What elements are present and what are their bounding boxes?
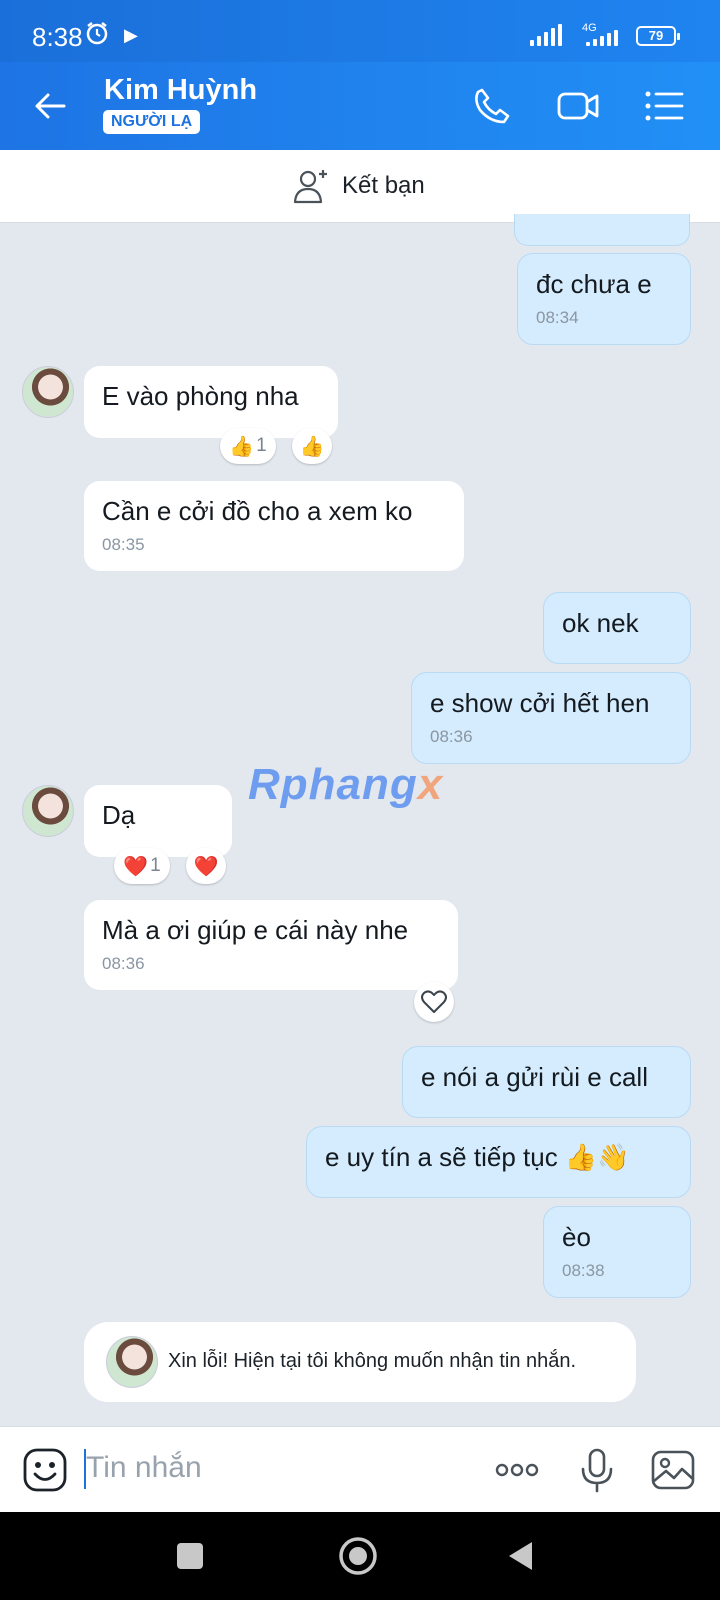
watermark: Rphangx <box>248 760 443 810</box>
message-text: ok nek <box>562 608 639 638</box>
reaction-summary[interactable]: 👍 1 <box>220 428 276 464</box>
reaction-emoji: 👍 <box>229 435 255 458</box>
message-text: Cần e cởi đồ cho a xem ko <box>102 496 413 526</box>
add-friend-label: Kết bạn <box>342 172 425 199</box>
message-bubble-received[interactable]: Mà a ơi giúp e cái này nhe 08:36 <box>84 900 458 990</box>
watermark-accent: x <box>417 760 444 809</box>
message-text: e show cởi hết hen <box>430 688 650 718</box>
message-bubble-sent[interactable]: e uy tín a sẽ tiếp tục 👍👋 <box>306 1126 691 1198</box>
stranger-badge: NGƯỜI LẠ <box>103 110 201 134</box>
video-call-icon[interactable] <box>556 84 600 128</box>
reaction-count: 1 <box>256 435 267 456</box>
watermark-main: Rphang <box>248 760 418 809</box>
add-friend-button[interactable]: Kết bạn <box>292 166 425 206</box>
message-bubble-sent[interactable]: èo 08:38 <box>543 1206 691 1298</box>
message-text: Mà a ơi giúp e cái này nhe <box>102 915 409 945</box>
more-options-icon[interactable] <box>494 1447 540 1493</box>
contact-avatar-small <box>106 1336 158 1388</box>
status-time: 8:38 <box>32 22 83 52</box>
message-input-bar: Tin nhắn <box>0 1426 720 1513</box>
signal-icon <box>530 24 562 46</box>
reaction-count: 1 <box>150 855 161 876</box>
react-button[interactable]: ❤️ <box>186 848 226 884</box>
message-text: e nói a gửi rùi e call <box>421 1062 648 1092</box>
contact-avatar[interactable] <box>22 366 74 418</box>
home-button[interactable] <box>338 1536 378 1576</box>
message-bubble-received[interactable]: Cần e cởi đồ cho a xem ko 08:35 <box>84 481 464 571</box>
system-nav-bar <box>0 1512 720 1600</box>
chat-header: Kim Huỳnh NGƯỜI LẠ <box>0 62 720 150</box>
add-user-icon <box>293 170 327 204</box>
my-reaction-emoji: 👍 <box>299 435 325 458</box>
media-play-icon: ▶ <box>124 25 138 45</box>
battery-level: 79 <box>648 28 664 43</box>
reaction-emoji: ❤️ <box>123 855 149 878</box>
message-text: E vào phòng nha <box>102 381 299 411</box>
status-bar: 8:38 ▶ 4G 79 <box>0 0 720 62</box>
reaction-summary[interactable]: ❤️ 1 <box>114 848 170 884</box>
message-bubble-sent[interactable]: e show cởi hết hen 08:36 <box>411 672 691 764</box>
contact-avatar[interactable] <box>22 785 74 837</box>
signal-icon-2 <box>586 30 618 46</box>
message-text: Dạ <box>102 800 136 830</box>
notice-text: Xin lỗi! Hiện tại tôi không muốn nhận ti… <box>168 1350 577 1372</box>
heart-outline-icon <box>421 990 447 1013</box>
microphone-icon[interactable] <box>574 1447 620 1493</box>
message-bubble-sent[interactable]: e nói a gửi rùi e call <box>402 1046 691 1118</box>
message-time: 08:34 <box>536 308 579 327</box>
emoji-sticker-icon[interactable] <box>22 1447 68 1493</box>
menu-list-icon[interactable] <box>642 84 686 128</box>
message-input[interactable]: Tin nhắn <box>86 1451 202 1485</box>
add-friend-bar: Kết bạn <box>0 150 720 223</box>
message-text: èo <box>562 1222 591 1252</box>
message-time: 08:35 <box>102 535 145 554</box>
message-time: 08:36 <box>430 727 473 746</box>
phone-call-icon[interactable] <box>470 84 514 128</box>
contact-name[interactable]: Kim Huỳnh <box>104 74 257 107</box>
back-arrow-icon[interactable] <box>30 86 70 126</box>
message-time: 08:38 <box>562 1261 605 1280</box>
message-time: 08:36 <box>102 954 145 973</box>
react-heart-button[interactable] <box>414 982 454 1022</box>
image-gallery-icon[interactable] <box>650 1447 696 1493</box>
auto-reply-notice: Xin lỗi! Hiện tại tôi không muốn nhận ti… <box>84 1322 636 1402</box>
message-bubble-sent[interactable]: đc chưa e 08:34 <box>517 253 691 345</box>
message-bubble-received[interactable]: E vào phòng nha <box>84 366 338 438</box>
alarm-icon <box>86 22 108 45</box>
message-bubble-received[interactable]: Dạ <box>84 785 232 857</box>
message-bubble-sent[interactable]: ok nek <box>543 592 691 664</box>
back-nav-button[interactable] <box>506 1540 538 1572</box>
message-text: e uy tín a sẽ tiếp tục 👍👋 <box>325 1142 630 1172</box>
my-reaction-emoji: ❤️ <box>193 855 219 878</box>
recents-button[interactable] <box>176 1542 204 1570</box>
message-text: đc chưa e <box>536 269 652 299</box>
message-bubble-partial[interactable] <box>514 214 690 246</box>
battery-icon: 79 <box>636 26 680 46</box>
react-button[interactable]: 👍 <box>292 428 332 464</box>
